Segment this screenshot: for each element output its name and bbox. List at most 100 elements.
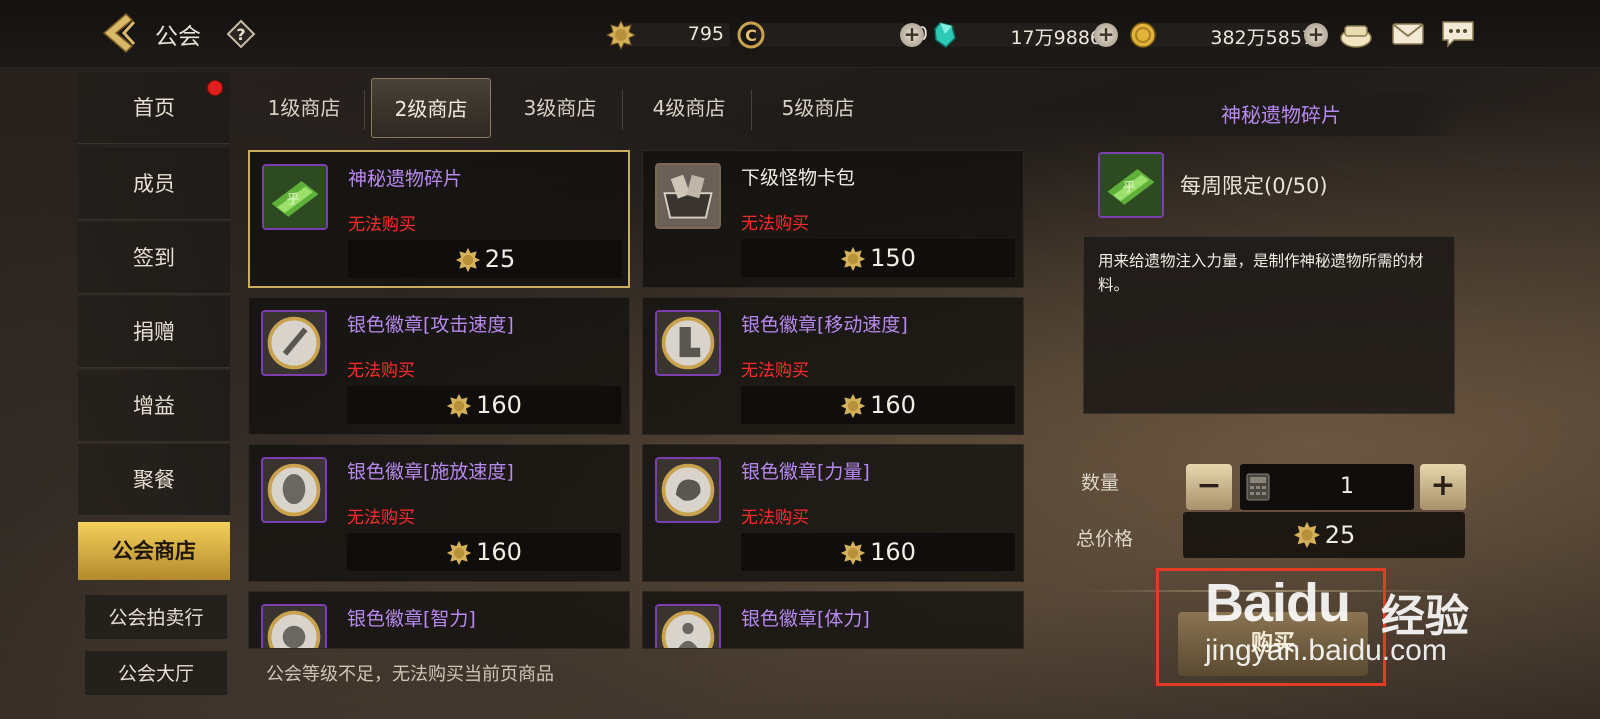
- sidebar-item-members[interactable]: 成员: [78, 148, 230, 220]
- sidebar-item-feast[interactable]: 聚餐: [78, 444, 230, 516]
- item-price: 160: [347, 533, 621, 571]
- item-price: 150: [741, 239, 1015, 277]
- mask-badge-icon: [261, 457, 327, 523]
- guild-coin-icon: [840, 540, 866, 566]
- shop-item-card[interactable]: 银色徽章[智力]: [248, 591, 630, 649]
- item-name: 银色徽章[攻击速度]: [347, 314, 514, 336]
- svg-text:乎: 乎: [287, 192, 300, 208]
- item-status: 无法购买: [741, 214, 809, 234]
- sidebar-item-guild-hall[interactable]: 公会大厅: [84, 650, 228, 696]
- item-name: 银色徽章[施放速度]: [347, 461, 514, 483]
- tab-divider: [364, 90, 365, 130]
- item-price: 160: [741, 533, 1015, 571]
- currency-c-token: C 0 +: [736, 20, 928, 50]
- guild-coin-icon: [606, 20, 636, 50]
- currency-gold: 382万5857 +: [1128, 20, 1328, 50]
- card-pack-icon: [655, 163, 721, 229]
- guild-coin-icon: [455, 247, 480, 273]
- gold-coin-icon: [1130, 22, 1156, 48]
- total-price-label: 总价格: [1076, 528, 1134, 550]
- sidebar-item-home[interactable]: 首页: [78, 72, 230, 144]
- quantity-input[interactable]: [1240, 464, 1414, 510]
- quantity-plus-button[interactable]: +: [1420, 464, 1466, 510]
- tab-divider: [622, 90, 623, 130]
- bag-icon[interactable]: [1338, 18, 1374, 50]
- shop-item-card[interactable]: 银色徽章[施放速度] 无法购买 160: [248, 444, 630, 582]
- item-status: 无法购买: [741, 508, 809, 528]
- help-icon[interactable]: ?: [226, 19, 256, 49]
- face-badge-icon: [261, 604, 327, 648]
- item-description: 用来给遗物注入力量，是制作神秘遗物所需的材料。: [1083, 236, 1455, 414]
- tab-divider: [751, 90, 752, 130]
- item-price: 25: [348, 240, 622, 278]
- tab-shop-level-5[interactable]: 5级商店: [758, 78, 878, 138]
- item-name: 银色徽章[智力]: [347, 608, 476, 630]
- item-name: 神秘遗物碎片: [348, 168, 463, 190]
- shop-item-card[interactable]: 乎 神秘遗物碎片 无法购买 25: [248, 150, 630, 288]
- item-name: 银色徽章[力量]: [741, 461, 870, 483]
- back-arrow-icon[interactable]: [96, 10, 144, 56]
- currency-value: 382万5857: [1210, 27, 1314, 49]
- item-price-value: 160: [870, 391, 916, 419]
- body-badge-icon: [655, 604, 721, 648]
- currency-value: 795: [687, 23, 724, 45]
- guild-coin-icon: [446, 540, 472, 566]
- sidebar-item-checkin[interactable]: 签到: [78, 222, 230, 294]
- item-status: 无法购买: [347, 361, 415, 381]
- detail-title: 神秘遗物碎片: [1098, 94, 1464, 136]
- add-c-token-button[interactable]: +: [900, 23, 924, 47]
- item-name: 银色徽章[移动速度]: [741, 314, 908, 336]
- item-name: 银色徽章[体力]: [741, 608, 870, 630]
- shop-item-card[interactable]: 银色徽章[移动速度] 无法购买 160: [642, 297, 1024, 435]
- sidebar-item-donate[interactable]: 捐赠: [78, 296, 230, 368]
- c-token-icon: C: [737, 21, 765, 49]
- shop-item-card[interactable]: 银色徽章[体力]: [642, 591, 1024, 649]
- currency-value: 17万9886: [1010, 27, 1102, 49]
- shop-item-card[interactable]: 银色徽章[攻击速度] 无法购买 160: [248, 297, 630, 435]
- tab-shop-level-3[interactable]: 3级商店: [500, 78, 620, 138]
- gem-icon: [934, 22, 956, 48]
- boot-badge-icon: [655, 310, 721, 376]
- item-status: 无法购买: [348, 215, 416, 235]
- item-price-value: 25: [484, 245, 516, 273]
- shop-item-card[interactable]: 下级怪物卡包 无法购买 150: [642, 150, 1024, 288]
- item-price-value: 160: [870, 538, 916, 566]
- footer-notice: 公会等级不足，无法购买当前页商品: [266, 664, 554, 685]
- svg-text:C: C: [745, 26, 757, 45]
- svg-text:?: ?: [236, 25, 245, 44]
- quantity-value: 1: [1340, 474, 1354, 499]
- item-status: 无法购买: [347, 508, 415, 528]
- tab-shop-level-1[interactable]: 1级商店: [244, 78, 364, 138]
- mail-icon[interactable]: [1390, 18, 1426, 50]
- guild-coin-icon: [1293, 521, 1320, 549]
- item-price-value: 160: [476, 391, 522, 419]
- item-price: 160: [347, 386, 621, 424]
- notification-dot: [207, 80, 223, 96]
- add-gem-button[interactable]: +: [1094, 23, 1118, 47]
- calculator-icon[interactable]: [1246, 473, 1270, 501]
- sidebar-item-buff[interactable]: 增益: [78, 370, 230, 442]
- relic-fragment-icon: 乎: [1098, 152, 1164, 218]
- tab-shop-level-4[interactable]: 4级商店: [629, 78, 749, 138]
- sidebar-item-guild-shop[interactable]: 公会商店: [78, 522, 230, 580]
- guild-coin-icon: [840, 393, 866, 419]
- sword-badge-icon: [261, 310, 327, 376]
- watermark-brand: Baidu: [1205, 573, 1351, 633]
- relic-fragment-icon: 乎: [262, 164, 328, 230]
- quantity-minus-button[interactable]: −: [1186, 464, 1232, 510]
- add-gold-button[interactable]: +: [1304, 23, 1328, 47]
- shop-item-card[interactable]: 银色徽章[力量] 无法购买 160: [642, 444, 1024, 582]
- guild-coin-icon: [446, 393, 472, 419]
- page-title: 公会: [155, 24, 201, 50]
- item-price-value: 160: [476, 538, 522, 566]
- weekly-limit: 每周限定(0/50): [1180, 174, 1328, 198]
- sidebar-item-auction[interactable]: 公会拍卖行: [84, 594, 228, 640]
- chat-icon[interactable]: [1440, 18, 1476, 50]
- item-price-value: 150: [870, 244, 916, 272]
- currency-gem: 17万9886 +: [930, 20, 1120, 50]
- tab-shop-level-2[interactable]: 2级商店: [371, 78, 491, 138]
- fist-badge-icon: [655, 457, 721, 523]
- svg-text:乎: 乎: [1123, 180, 1136, 196]
- item-name: 下级怪物卡包: [741, 167, 856, 189]
- total-price: 25: [1183, 512, 1465, 558]
